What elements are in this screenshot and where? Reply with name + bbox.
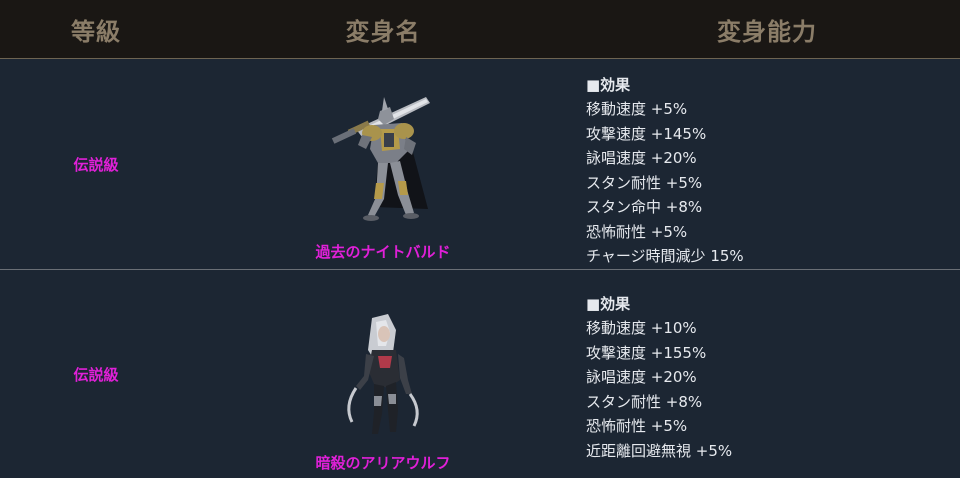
assassin-dual-blades-icon: [192, 310, 574, 440]
ability-cell: ■効果 移動速度 +10% 攻撃速度 +155% 詠唱速度 +20% スタン耐性…: [574, 270, 960, 478]
header-grade: 等級: [71, 17, 121, 46]
effect-title: ■効果: [586, 295, 631, 313]
effect-line: 攻撃速度 +145%: [586, 124, 707, 143]
effect-line: 恐怖耐性 +5%: [586, 222, 688, 241]
grade-cell: 伝説級: [73, 365, 119, 384]
effect-line: 恐怖耐性 +5%: [586, 417, 688, 435]
effect-line: 詠唱速度 +20%: [586, 368, 697, 386]
grade-cell: 伝説級: [73, 155, 119, 174]
effect-line: 近距離回避無視 +5%: [586, 441, 733, 460]
transformation-name: 過去のナイトバルド: [315, 243, 451, 261]
armored-knight-greatsword-icon: [192, 89, 574, 229]
table-row: 伝説級: [0, 270, 960, 478]
effect-line: 移動速度 +10%: [586, 319, 697, 337]
ability-cell: ■効果 移動速度 +5% 攻撃速度 +145% 詠唱速度 +20% スタン耐性 …: [574, 59, 960, 269]
table-row: 伝説級: [0, 59, 960, 270]
table-header: 等級 変身名 変身能力: [0, 0, 960, 59]
transformation-table: 等級 変身名 変身能力 伝説級 過去のナイトバルド ■効果 移動速度 +5% 攻…: [0, 0, 960, 478]
effect-title: ■効果: [586, 76, 631, 94]
transformation-name: 暗殺のアリアウルフ: [315, 454, 451, 472]
effect-line: 移動速度 +5%: [586, 100, 688, 118]
name-cell: 暗殺のアリアウルフ: [192, 270, 574, 478]
effect-line: 詠唱速度 +20%: [586, 149, 697, 167]
header-ability: 変身能力: [717, 17, 817, 46]
effect-line: チャージ時間減少 15%: [586, 247, 744, 265]
effect-line: スタン耐性 +8%: [586, 392, 703, 411]
name-cell: 過去のナイトバルド: [192, 59, 574, 269]
effect-line: スタン耐性 +5%: [586, 173, 703, 192]
header-name: 変身名: [345, 17, 421, 46]
effect-line: 攻撃速度 +155%: [586, 343, 707, 362]
effect-line: スタン命中 +8%: [586, 198, 703, 216]
